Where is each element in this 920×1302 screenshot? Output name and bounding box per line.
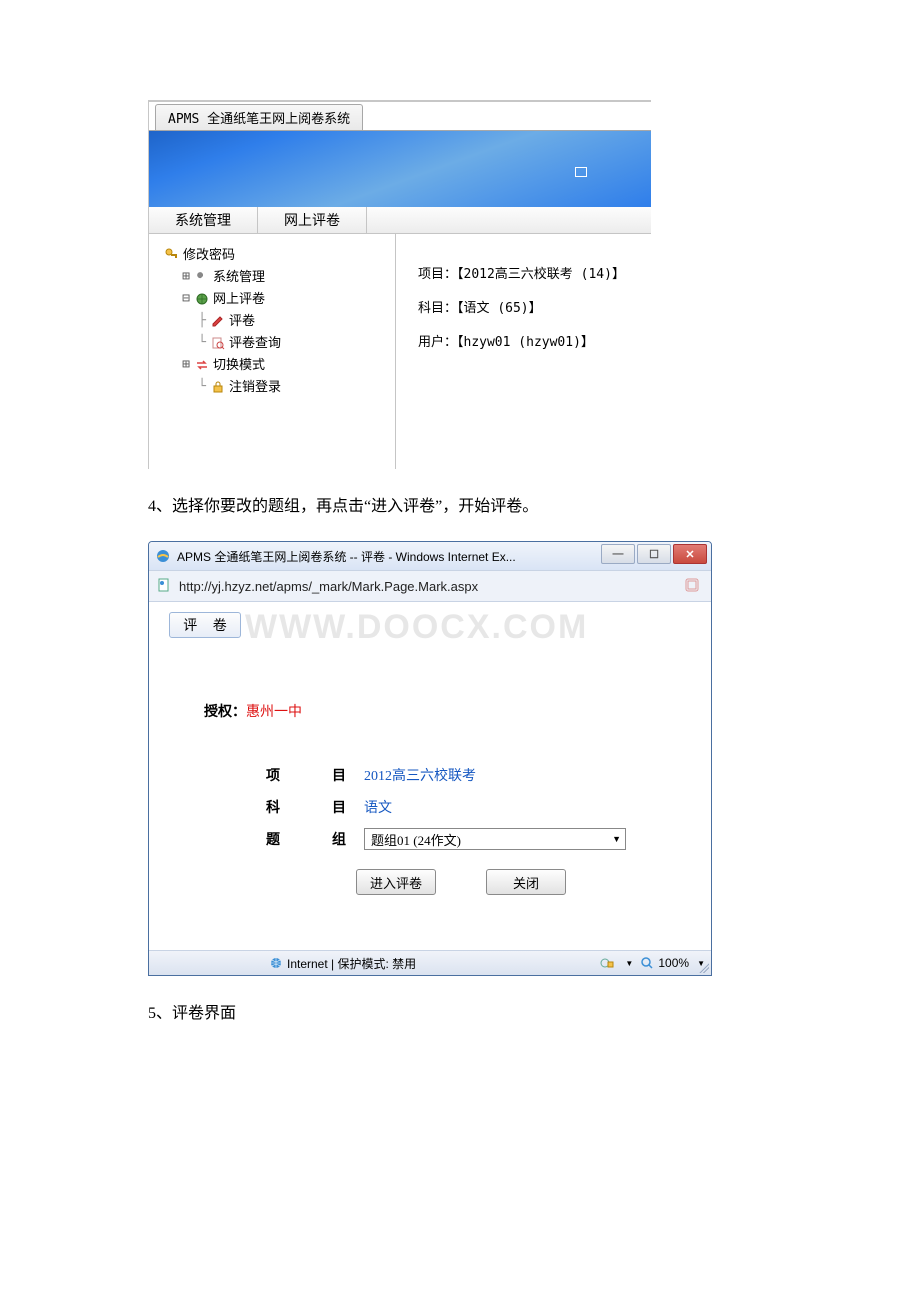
tree-line-icon: └ <box>195 332 209 354</box>
chevron-down-icon: ▼ <box>612 834 621 844</box>
tree-node-onlinemark-label: 网上评卷 <box>213 288 265 310</box>
tree-line-icon: ├ <box>195 310 209 332</box>
maximize-button[interactable]: ☐ <box>637 544 671 564</box>
expand-icon[interactable]: ⊞ <box>179 266 193 288</box>
subject-label: 科 目 <box>266 797 364 817</box>
wrench-icon <box>193 269 211 285</box>
apms-window: APMS 全通纸笔王网上阅卷系统 系统管理 网上评卷 修改密码 <box>148 100 651 469</box>
auth-label: 授权： <box>204 705 246 720</box>
group-label: 题 组 <box>266 829 364 849</box>
apms-tree: 修改密码 ⊞ 系统管理 ⊟ 网上评卷 <box>149 234 396 469</box>
globe-icon <box>269 956 283 970</box>
page-icon <box>157 578 173 594</box>
apms-info-panel: 项目：【2012高三六校联考 (14)】 科目：【语文 (65)】 用户：【hz… <box>396 234 651 469</box>
menu-online-mark[interactable]: 网上评卷 <box>258 207 367 233</box>
minimize-button[interactable]: — <box>601 544 635 564</box>
pencil-icon <box>209 313 227 329</box>
apms-tab-active[interactable]: APMS 全通纸笔王网上阅卷系统 <box>155 104 363 130</box>
compat-icon[interactable] <box>683 576 703 596</box>
ie-titlebar: APMS 全通纸笔王网上阅卷系统 -- 评卷 - Windows Interne… <box>149 542 711 570</box>
ie-url[interactable]: http://yj.hzyz.net/apms/_mark/Mark.Page.… <box>179 579 683 594</box>
switch-icon <box>193 357 211 373</box>
auth-row: 授权：惠州一中 <box>204 701 302 721</box>
ie-zone: Internet | 保护模式: 禁用 <box>287 955 416 972</box>
step-5-text: 5、评卷界面 <box>148 1000 920 1028</box>
apms-banner <box>149 131 651 207</box>
chevron-down-icon[interactable]: ▼ <box>620 956 638 970</box>
ie-window: APMS 全通纸笔王网上阅卷系统 -- 评卷 - Windows Interne… <box>148 541 712 976</box>
group-select-value: 题组01 (24作文) <box>371 830 461 849</box>
button-row: 进入评卷 关闭 <box>356 869 566 895</box>
resize-grip-icon[interactable] <box>697 961 709 973</box>
zoom-icon <box>640 956 654 970</box>
close-button[interactable]: ✕ <box>673 544 707 564</box>
zoom-control[interactable]: 100% ▼ <box>640 956 705 970</box>
tree-node-mark-label: 评卷 <box>229 310 255 332</box>
tree-node-switch[interactable]: ⊞ 切换模式 <box>179 354 395 376</box>
close-dialog-button[interactable]: 关闭 <box>486 869 566 895</box>
tree-node-onlinemark[interactable]: ⊟ 网上评卷 <box>179 288 395 310</box>
tree-node-query[interactable]: └ 评卷查询 <box>195 332 395 354</box>
subject-value[interactable]: 语文 <box>364 797 392 817</box>
tree-node-logout[interactable]: └ 注销登录 <box>195 376 395 398</box>
info-user: 用户：【hzyw01 (hzyw01)】 <box>418 326 651 360</box>
project-label: 项 目 <box>266 765 364 785</box>
tree-node-logout-label: 注销登录 <box>229 376 281 398</box>
step-4-text: 4、选择你要改的题组，再点击“进入评卷”，开始评卷。 <box>148 493 920 521</box>
eval-tab[interactable]: 评 卷 <box>169 612 241 638</box>
apms-menubar: 系统管理 网上评卷 <box>149 207 651 234</box>
banner-square-icon <box>575 167 587 177</box>
form-area: 项 目 2012高三六校联考 科 目 语文 题 组 题组01 (24作文) <box>266 759 626 855</box>
ie-title-text: APMS 全通纸笔王网上阅卷系统 -- 评卷 - Windows Interne… <box>177 548 516 565</box>
tree-header[interactable]: 修改密码 <box>163 244 395 266</box>
lock-icon <box>209 379 227 395</box>
tree-header-label: 修改密码 <box>183 244 235 266</box>
enter-mark-button[interactable]: 进入评卷 <box>356 869 436 895</box>
group-select[interactable]: 题组01 (24作文) ▼ <box>364 828 626 850</box>
window-buttons: — ☐ ✕ <box>601 544 707 564</box>
menu-system[interactable]: 系统管理 <box>149 207 258 233</box>
info-subject: 科目：【语文 (65)】 <box>418 292 651 326</box>
row-project: 项 目 2012高三六校联考 <box>266 759 626 791</box>
ie-statusbar: Internet | 保护模式: 禁用 ▼ 100% ▼ <box>149 950 711 975</box>
auth-value: 惠州一中 <box>246 705 302 720</box>
tree-node-query-label: 评卷查询 <box>229 332 281 354</box>
info-project: 项目：【2012高三六校联考 (14)】 <box>418 258 651 292</box>
ie-icon <box>155 548 171 564</box>
ie-content: WWW.DOOCX.COM 评 卷 授权：惠州一中 项 目 2012高三六校联考 <box>149 602 711 950</box>
tree-line-icon: └ <box>195 376 209 398</box>
globe-icon <box>193 291 211 307</box>
tree-node-mark[interactable]: ├ 评卷 <box>195 310 395 332</box>
key-icon <box>163 247 181 263</box>
row-subject: 科 目 语文 <box>266 791 626 823</box>
search-doc-icon <box>209 335 227 351</box>
ie-addressbar: http://yj.hzyz.net/apms/_mark/Mark.Page.… <box>149 570 711 602</box>
protected-mode-icon[interactable] <box>598 956 616 970</box>
expand-icon[interactable]: ⊞ <box>179 354 193 376</box>
tree-node-switch-label: 切换模式 <box>213 354 265 376</box>
apms-tabstrip: APMS 全通纸笔王网上阅卷系统 <box>149 102 651 131</box>
zoom-value: 100% <box>658 956 689 970</box>
collapse-icon[interactable]: ⊟ <box>179 288 193 310</box>
project-value[interactable]: 2012高三六校联考 <box>364 765 476 785</box>
tree-node-system[interactable]: ⊞ 系统管理 <box>179 266 395 288</box>
tree-node-system-label: 系统管理 <box>213 266 265 288</box>
row-group: 题 组 题组01 (24作文) ▼ <box>266 823 626 855</box>
